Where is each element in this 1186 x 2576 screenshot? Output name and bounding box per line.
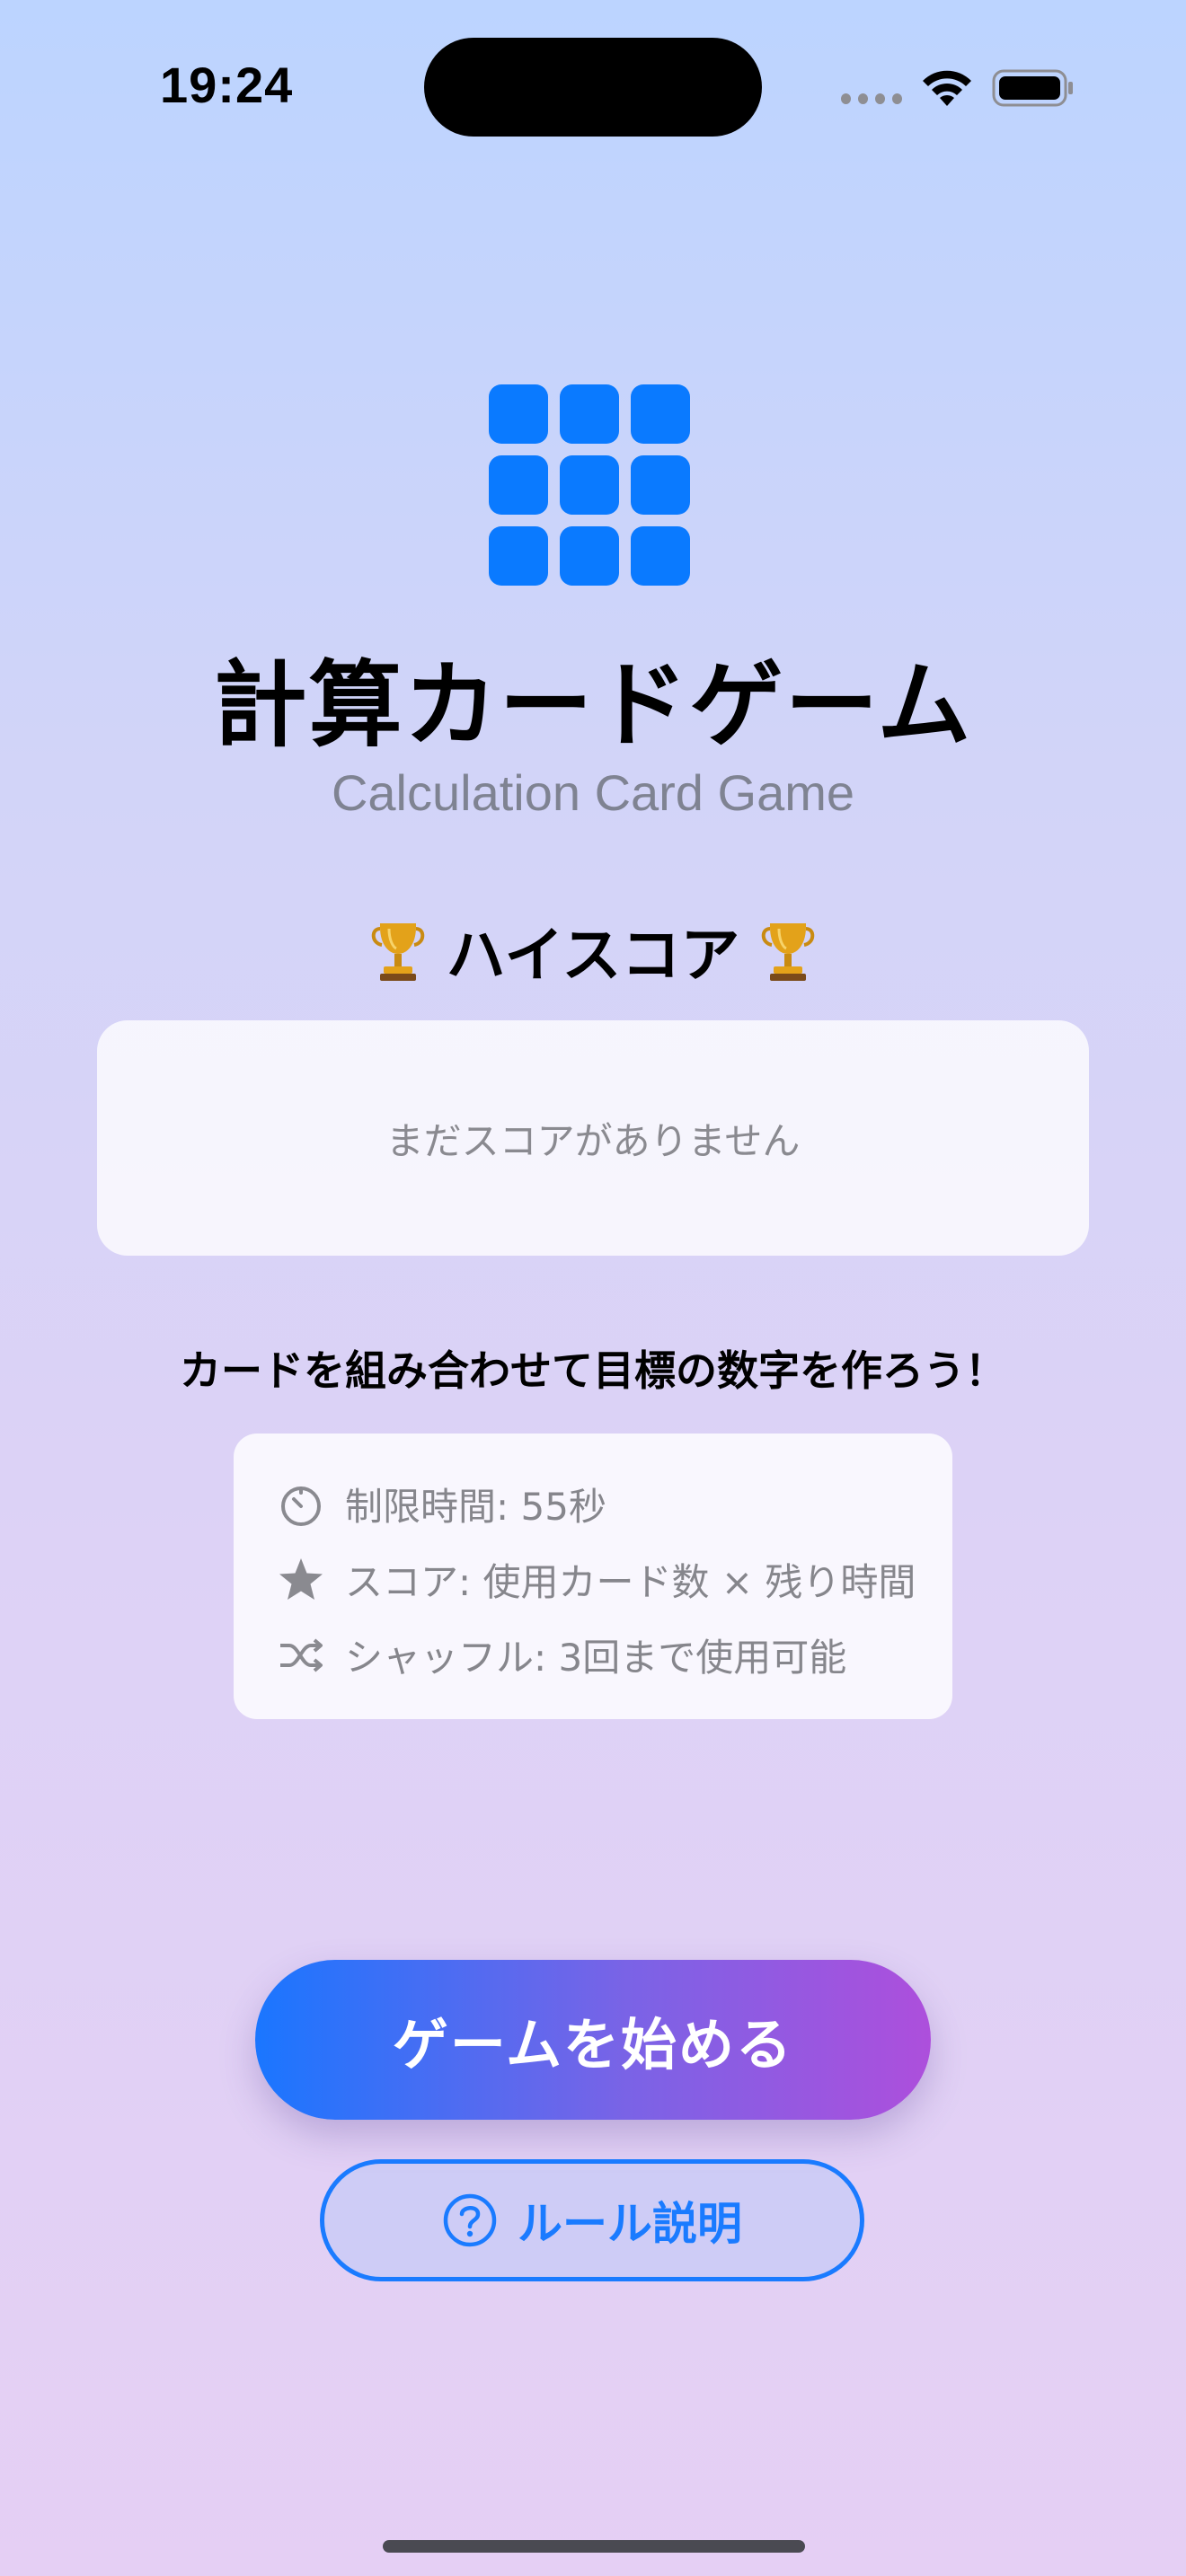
info-row-time-limit: 制限時間: 55秒 <box>277 1477 606 1531</box>
high-score-heading: ハイスコア <box>0 907 1186 993</box>
high-score-card: まだスコアがありません <box>97 1020 1089 1256</box>
dynamic-island <box>424 38 762 137</box>
info-row-shuffle: シャッフル: 3回まで使用可能 <box>277 1628 846 1682</box>
rules-summary-card: 制限時間: 55秒 スコア: 使用カード数 × 残り時間 シャッフル: 3回まで… <box>234 1434 952 1719</box>
timer-icon <box>281 1486 321 1526</box>
status-time: 19:24 <box>160 57 294 113</box>
home-indicator[interactable] <box>383 2540 805 2553</box>
start-game-label: ゲームを始める <box>392 2012 794 2078</box>
square-grid-3x3-icon <box>489 384 697 586</box>
star-icon <box>279 1557 323 1600</box>
info-text: スコア: 使用カード数 × 残り時間 <box>345 1560 916 1604</box>
rules-label: ルール説明 <box>518 2198 742 2250</box>
battery-icon <box>992 69 1073 107</box>
shuffle-icon <box>280 1637 323 1672</box>
question-circle-icon <box>443 2193 497 2247</box>
app-title: 計算カードゲーム <box>213 650 973 760</box>
cellular-signal-icon <box>841 93 902 104</box>
game-tagline: カードを組み合わせて目標の数字を作ろう！ <box>180 1346 1006 1395</box>
high-score-label: ハイスコア <box>446 921 740 990</box>
info-text: 制限時間: 55秒 <box>345 1485 606 1529</box>
trophy-icon <box>371 923 424 981</box>
wifi-icon <box>923 70 971 106</box>
high-score-empty-message: まだスコアがありません <box>385 1118 801 1163</box>
start-game-button[interactable]: ゲームを始める <box>255 1960 931 2120</box>
info-text: シャッフル: 3回まで使用可能 <box>345 1636 847 1680</box>
app-subtitle: Calculation Card Game <box>331 764 855 821</box>
info-row-score: スコア: 使用カード数 × 残り時間 <box>277 1552 916 1607</box>
rules-button[interactable]: ルール説明 <box>320 2159 864 2281</box>
trophy-icon <box>762 923 815 981</box>
